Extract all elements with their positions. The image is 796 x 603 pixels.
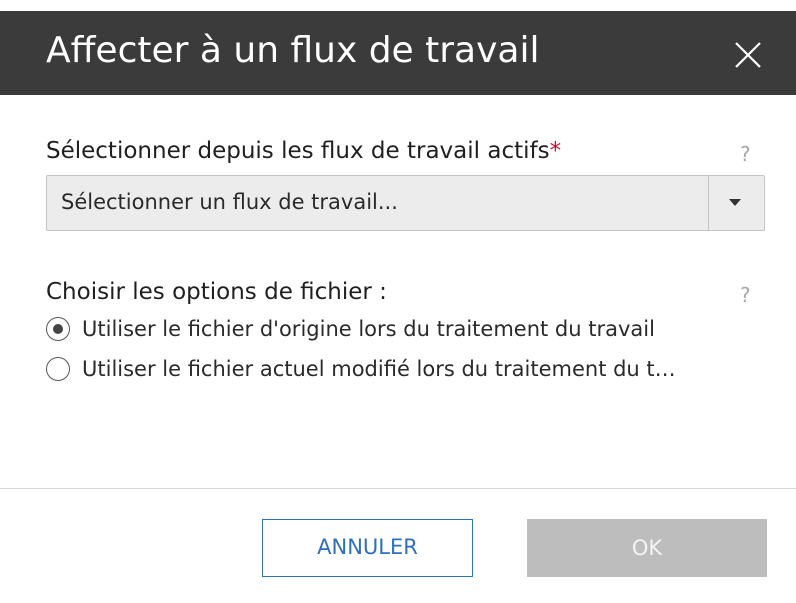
close-button[interactable] bbox=[728, 35, 768, 75]
radio-button-original-file[interactable] bbox=[46, 317, 70, 341]
radio-label-original-file: Utiliser le fichier d'origine lors du tr… bbox=[82, 317, 655, 341]
dialog-titlebar: Affecter à un flux de travail bbox=[0, 11, 796, 95]
radio-label-modified-file: Utiliser le fichier actuel modifié lors … bbox=[82, 357, 676, 381]
file-options-help-button[interactable]: ? bbox=[740, 283, 751, 307]
required-marker: * bbox=[549, 138, 562, 164]
workflow-help-button[interactable]: ? bbox=[740, 142, 751, 166]
close-icon bbox=[735, 42, 761, 68]
radio-option-modified-file[interactable]: Utiliser le fichier actuel modifié lors … bbox=[46, 354, 766, 384]
workflow-select-label-text: Sélectionner depuis les flux de travail … bbox=[46, 138, 550, 164]
workflow-select-label: Sélectionner depuis les flux de travail … bbox=[46, 138, 561, 164]
radio-option-original-file[interactable]: Utiliser le fichier d'origine lors du tr… bbox=[46, 314, 766, 344]
file-options-label: Choisir les options de fichier : bbox=[46, 279, 387, 305]
footer-divider bbox=[0, 488, 796, 489]
workflow-select[interactable]: Sélectionner un flux de travail... bbox=[46, 175, 765, 231]
workflow-select-value: Sélectionner un flux de travail... bbox=[61, 190, 398, 214]
assign-workflow-dialog: Affecter à un flux de travail Sélectionn… bbox=[0, 0, 796, 603]
cancel-button[interactable]: ANNULER bbox=[262, 519, 473, 577]
ok-button[interactable]: OK bbox=[527, 519, 767, 577]
caret-down-icon[interactable] bbox=[729, 199, 741, 206]
radio-selected-dot bbox=[53, 324, 63, 334]
select-divider bbox=[708, 176, 709, 230]
dialog-title: Affecter à un flux de travail bbox=[46, 30, 540, 71]
radio-button-modified-file[interactable] bbox=[46, 357, 70, 381]
